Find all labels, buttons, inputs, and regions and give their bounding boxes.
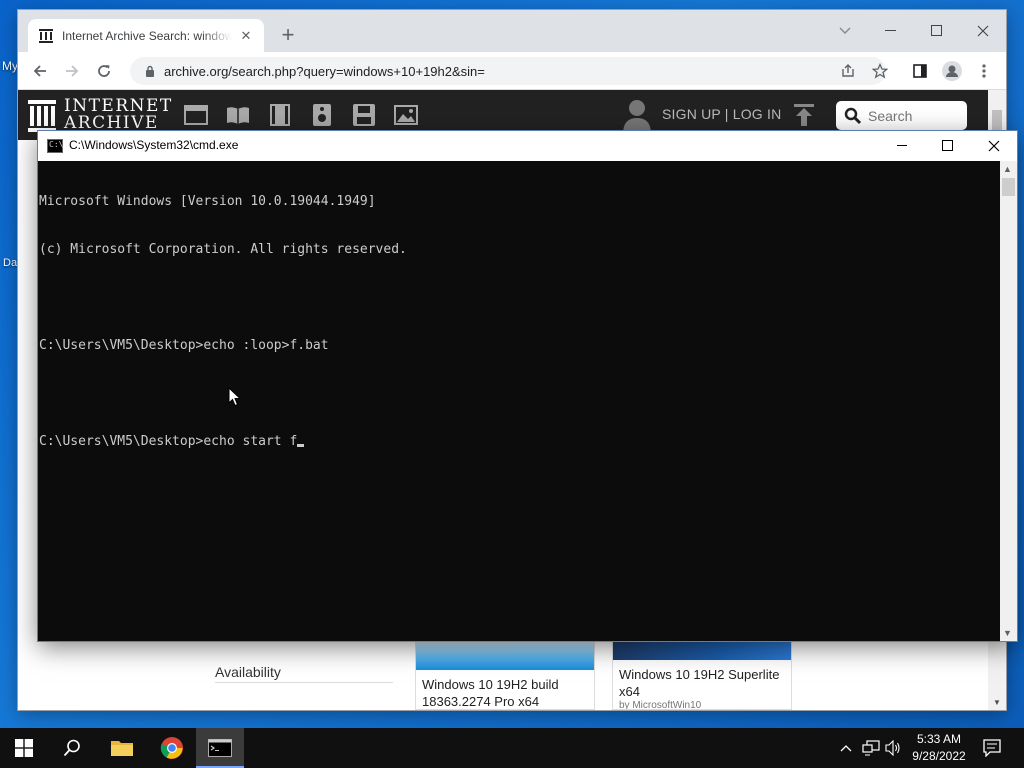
mouse-pointer-icon: [228, 386, 242, 412]
side-panel-icon[interactable]: [908, 59, 932, 83]
new-tab-button[interactable]: +: [276, 24, 300, 48]
result-thumbnail[interactable]: [613, 642, 791, 660]
maximize-button[interactable]: [925, 131, 971, 161]
scrollbar-thumb[interactable]: [1002, 178, 1015, 196]
tab-title: Internet Archive Search: windows 10 19h2: [62, 28, 232, 43]
search-icon: [844, 107, 862, 124]
more-menu-icon[interactable]: [972, 59, 996, 83]
availability-heading[interactable]: Availability: [215, 664, 281, 680]
audio-icon[interactable]: [310, 104, 334, 126]
minimize-button[interactable]: [868, 16, 914, 46]
url-text: archive.org/search.php?query=windows+10+…: [164, 63, 485, 79]
scroll-up-arrow-icon[interactable]: ▲: [1003, 164, 1012, 174]
terminal-icon-text: C:\: [49, 140, 64, 149]
cmd-titlebar[interactable]: C:\ C:\Windows\System32\cmd.exe: [38, 131, 1017, 161]
texts-icon[interactable]: [226, 104, 250, 126]
taskbar-cmd[interactable]: [196, 728, 244, 768]
browser-toolbar: archive.org/search.php?query=windows+10+…: [18, 52, 1006, 90]
system-clock[interactable]: 5:33 AM 9/28/2022: [904, 731, 974, 765]
tab-search-icon[interactable]: [822, 16, 868, 46]
text-cursor: [297, 444, 305, 447]
video-icon[interactable]: [268, 104, 292, 126]
taskbar-file-explorer[interactable]: [98, 728, 146, 768]
console-line: Microsoft Windows [Version 10.0.19044.19…: [39, 194, 376, 209]
cmd-window[interactable]: C:\ C:\Windows\System32\cmd.exe Microsof…: [38, 131, 1017, 641]
result-uploader[interactable]: by MicrosoftWin10: [613, 700, 791, 709]
tab-close-icon[interactable]: ✕: [238, 28, 254, 44]
scroll-down-arrow-icon[interactable]: ▼: [993, 698, 1001, 707]
search-placeholder: Search: [868, 107, 913, 124]
desktop-icon-label[interactable]: My: [2, 59, 18, 73]
upload-icon[interactable]: [794, 104, 814, 131]
tab-strip: Internet Archive Search: windows 10 19h2…: [18, 10, 1006, 52]
maximize-button[interactable]: [914, 16, 960, 46]
signup-login-link[interactable]: SIGN UP | LOG IN: [662, 106, 781, 122]
terminal-icon: [208, 739, 232, 757]
chevron-up-icon: [840, 745, 852, 752]
start-button[interactable]: [0, 728, 48, 768]
reload-icon[interactable]: [92, 59, 116, 83]
minimize-button[interactable]: [879, 131, 925, 161]
cmd-scrollbar[interactable]: ▲ ▼: [1000, 161, 1017, 641]
clock-time: 5:33 AM: [916, 732, 962, 746]
software-icon[interactable]: [352, 104, 376, 126]
bookmark-star-icon[interactable]: [868, 59, 892, 83]
scrollbar-thumb[interactable]: [992, 110, 1002, 132]
windows-logo-icon: [15, 739, 33, 757]
archive-favicon-icon: [38, 28, 54, 44]
console-input-text: C:\Users\VM5\Desktop>echo start f: [39, 434, 298, 449]
notification-center-icon[interactable]: [980, 728, 1004, 768]
forward-icon[interactable]: [60, 59, 84, 83]
taskbar-search-button[interactable]: [48, 728, 96, 768]
profile-avatar-icon[interactable]: [940, 59, 964, 83]
volume-icon[interactable]: [882, 728, 904, 768]
console-prompt-line[interactable]: C:\Users\VM5\Desktop>echo start f: [39, 434, 999, 450]
taskbar-chrome[interactable]: [148, 728, 196, 768]
console-line: C:\Users\VM5\Desktop>echo :loop>f.bat: [39, 338, 329, 353]
desktop-icon-label[interactable]: Da: [3, 257, 17, 269]
search-icon: [63, 739, 80, 757]
address-bar[interactable]: archive.org/search.php?query=windows+10+…: [130, 57, 886, 85]
result-thumbnail[interactable]: [416, 642, 594, 670]
result-title[interactable]: Windows 10 19H2 Superlite x64: [613, 660, 791, 700]
share-icon[interactable]: [836, 59, 860, 83]
console-output[interactable]: Microsoft Windows [Version 10.0.19044.19…: [39, 161, 999, 640]
browser-tab[interactable]: Internet Archive Search: windows 10 19h2…: [28, 19, 264, 52]
chrome-icon: [160, 737, 183, 759]
taskbar: 5:33 AM 9/28/2022: [0, 728, 1024, 768]
folder-icon: [111, 741, 133, 756]
ia-logo-line2: ARCHIVE: [64, 113, 159, 133]
console-line: (c) Microsoft Corporation. All rights re…: [39, 242, 407, 257]
close-button[interactable]: [971, 131, 1017, 161]
result-card[interactable]: Windows 10 19H2 build 18363.2274 Pro x64: [415, 642, 595, 710]
terminal-icon: C:\: [47, 139, 63, 153]
web-icon[interactable]: [184, 104, 208, 126]
clock-date: 9/28/2022: [912, 749, 966, 763]
images-icon[interactable]: [394, 104, 418, 126]
lock-icon: [146, 65, 154, 77]
ia-logo-text[interactable]: INTERNET ARCHIVE: [64, 98, 173, 132]
back-icon[interactable]: [28, 59, 52, 83]
result-title[interactable]: Windows 10 19H2 build 18363.2274 Pro x64: [416, 670, 594, 709]
network-icon[interactable]: [860, 728, 882, 768]
scroll-down-arrow-icon[interactable]: ▼: [1003, 628, 1012, 638]
close-button[interactable]: [960, 16, 1006, 46]
result-card[interactable]: Windows 10 19H2 Superlite x64 by Microso…: [612, 642, 792, 710]
cmd-title: C:\Windows\System32\cmd.exe: [69, 138, 239, 152]
divider: [215, 682, 393, 683]
show-hidden-icons-button[interactable]: [836, 728, 856, 768]
ia-search-input[interactable]: Search: [836, 101, 967, 130]
